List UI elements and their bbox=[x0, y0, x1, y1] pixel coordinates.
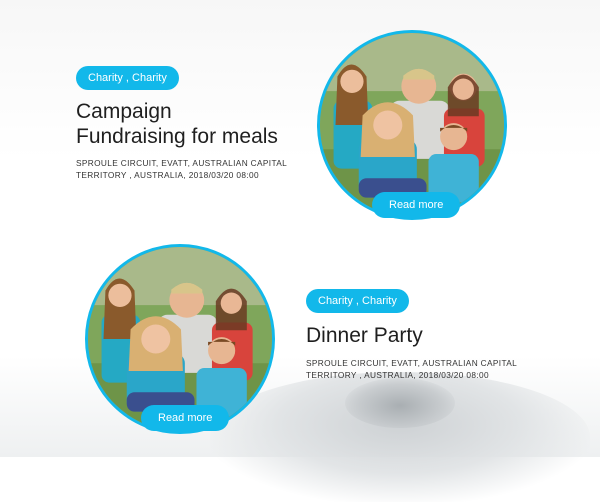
background-tree bbox=[345, 378, 455, 428]
event-location-date: SPROULE CIRCUIT, EVATT, AUSTRALIAN CAPIT… bbox=[76, 158, 287, 180]
read-more-button[interactable]: Read more bbox=[372, 192, 461, 218]
category-tag[interactable]: Charity , Charity bbox=[306, 289, 409, 313]
family-photo-image bbox=[320, 33, 504, 217]
family-photo-image bbox=[88, 247, 272, 431]
event-title[interactable]: Campaign Fundraising for meals bbox=[76, 99, 286, 149]
category-tag[interactable]: Charity , Charity bbox=[76, 66, 179, 90]
event-location-date: SPROULE CIRCUIT, EVATT, AUSTRALIAN CAPIT… bbox=[306, 358, 517, 380]
event-title[interactable]: Dinner Party bbox=[306, 323, 546, 348]
read-more-button[interactable]: Read more bbox=[141, 405, 230, 431]
